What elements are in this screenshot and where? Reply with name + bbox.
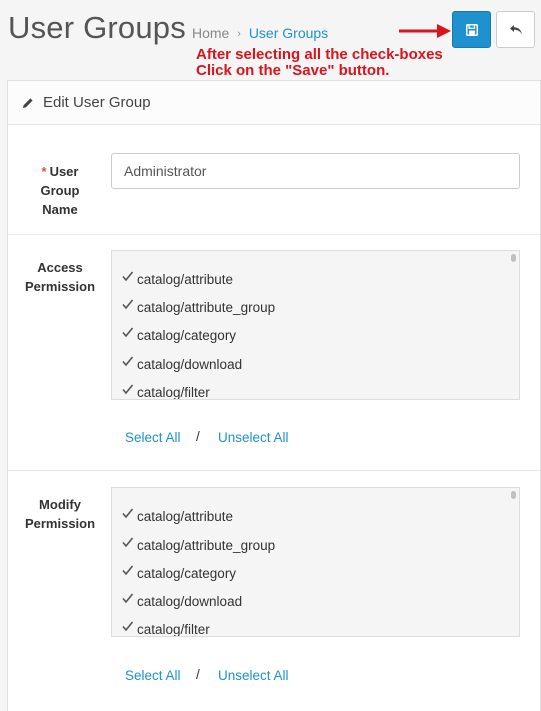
group-name-row: * User Group Name Administrator (8, 125, 540, 235)
modify-select-all-link[interactable]: Select All (125, 668, 181, 683)
list-item[interactable]: catalog/filter (121, 619, 210, 636)
breadcrumb-separator: › (237, 28, 241, 40)
scrollbar-thumb[interactable] (511, 491, 516, 499)
scrollbar-thumb[interactable] (511, 254, 516, 262)
checkbox-checked-icon[interactable] (121, 536, 134, 549)
required-mark: * (41, 164, 47, 179)
checkbox-checked-icon[interactable] (121, 298, 134, 311)
instruction-line-1: After selecting all the check-boxes (196, 46, 443, 63)
modify-permission-list[interactable]: catalog/attribute catalog/attribute_grou… (111, 487, 520, 637)
modify-permission-row: Modify Permission catalog/attribute cata… (8, 471, 540, 711)
list-item[interactable]: catalog/category (121, 563, 236, 583)
list-item[interactable]: catalog/attribute (121, 506, 233, 526)
list-item[interactable]: catalog/attribute (121, 269, 233, 289)
pencil-icon (23, 97, 33, 108)
instruction-line-2: Click on the "Save" button. (196, 62, 390, 79)
checkbox-checked-icon[interactable] (121, 592, 134, 605)
group-name-input[interactable]: Administrator (111, 153, 520, 189)
list-item[interactable]: catalog/download (121, 354, 242, 374)
page-title: User Groups (8, 10, 186, 45)
breadcrumb-home[interactable]: Home (192, 25, 229, 41)
instruction-note: After selecting all the check-boxes Clic… (196, 47, 443, 79)
panel-title: Edit User Group (43, 94, 151, 111)
checkbox-checked-icon[interactable] (121, 620, 134, 633)
checkbox-checked-icon[interactable] (121, 270, 134, 283)
back-button[interactable] (496, 11, 535, 48)
list-item[interactable]: catalog/attribute_group (121, 297, 275, 317)
list-item[interactable]: catalog/download (121, 591, 242, 611)
link-separator: / (196, 667, 200, 682)
breadcrumb-user-groups[interactable]: User Groups (249, 25, 328, 41)
list-item[interactable]: catalog/attribute_group (121, 535, 275, 555)
link-separator: / (196, 429, 200, 444)
modify-permission-label: Modify Permission (24, 497, 96, 531)
red-arrow-icon (399, 24, 451, 38)
access-permission-row: Access Permission catalog/attribute cata… (8, 235, 540, 471)
list-item[interactable]: catalog/filter (121, 382, 210, 399)
checkbox-checked-icon[interactable] (121, 355, 134, 368)
group-name-label: * User Group Name (40, 164, 80, 217)
access-permission-list[interactable]: catalog/attribute catalog/attribute_grou… (111, 250, 520, 400)
checkbox-checked-icon[interactable] (121, 383, 134, 396)
save-button[interactable] (452, 11, 491, 48)
access-select-all-link[interactable]: Select All (125, 430, 181, 445)
reply-arrow-icon (509, 24, 522, 34)
checkbox-checked-icon[interactable] (121, 564, 134, 577)
access-permission-label: Access Permission (24, 260, 96, 294)
breadcrumb: Home › User Groups (192, 25, 328, 41)
edit-user-group-panel: Edit User Group * User Group Name Adminis… (7, 80, 541, 711)
checkbox-checked-icon[interactable] (121, 326, 134, 339)
floppy-disk-icon (465, 23, 478, 36)
list-item[interactable]: catalog/category (121, 325, 236, 345)
access-unselect-all-link[interactable]: Unselect All (218, 430, 289, 445)
panel-heading: Edit User Group (8, 81, 540, 125)
modify-unselect-all-link[interactable]: Unselect All (218, 668, 289, 683)
checkbox-checked-icon[interactable] (121, 507, 134, 520)
